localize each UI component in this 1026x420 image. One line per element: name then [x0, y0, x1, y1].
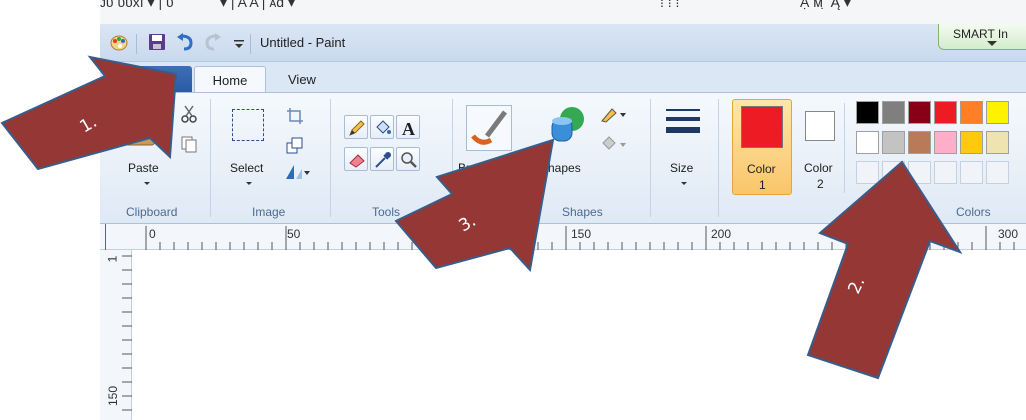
annotation-arrows: 1. 2. 3.	[0, 55, 963, 380]
annotation-arrow-3: 3.	[394, 138, 555, 273]
annotation-arrow-1: 1.	[0, 55, 178, 171]
annotation-arrow-2: 2.	[806, 160, 963, 380]
